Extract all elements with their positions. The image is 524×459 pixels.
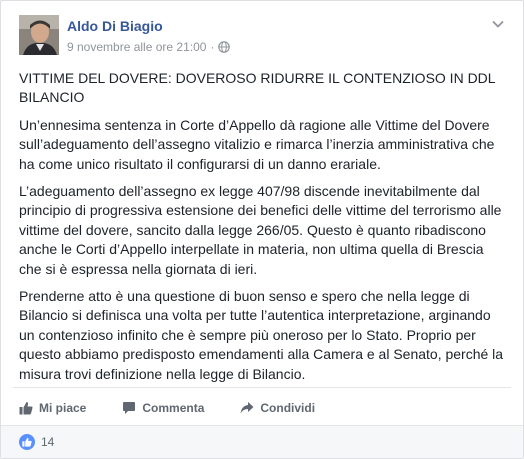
post-meta: 9 novembre alle ore 21:00 · — [67, 40, 231, 54]
comment-icon — [123, 402, 136, 414]
comment-label: Commenta — [142, 401, 205, 415]
share-label: Condividi — [260, 401, 316, 415]
post-headline: VITTIME DEL DOVERE: DOVEROSO RIDURRE IL … — [19, 70, 496, 106]
post-paragraph: Prenderne atto è una questione di buon s… — [19, 288, 504, 382]
post-body: VITTIME DEL DOVERE: DOVEROSO RIDURRE IL … — [19, 69, 507, 392]
avatar[interactable] — [19, 15, 59, 55]
post-header: Aldo Di Biagio 9 novembre alle ore 21:00… — [19, 15, 505, 57]
post-paragraph: L’adeguamento dell’assegno ex legge 407/… — [19, 183, 502, 277]
like-label: Mi piace — [39, 401, 87, 415]
like-reaction-icon — [19, 434, 35, 450]
post-actions: Mi piace Commenta Condividi — [19, 397, 351, 419]
comment-button[interactable]: Commenta — [122, 401, 204, 415]
post-timestamp[interactable]: 9 novembre alle ore 21:00 — [67, 40, 206, 54]
reaction-summary[interactable]: 14 — [19, 434, 54, 450]
author-name[interactable]: Aldo Di Biagio — [67, 18, 163, 34]
share-arrow-icon — [240, 402, 254, 414]
like-button[interactable]: Mi piace — [19, 401, 86, 415]
avatar-photo-icon — [19, 15, 59, 55]
post-paragraph: Un’ennesima sentenza in Corte d’Appello … — [19, 116, 495, 172]
thumbs-up-icon — [19, 402, 33, 415]
globe-icon[interactable] — [218, 41, 231, 53]
reaction-count[interactable]: 14 — [41, 435, 54, 449]
share-button[interactable]: Condividi — [240, 401, 315, 415]
meta-separator: · — [210, 40, 215, 54]
chevron-down-icon[interactable] — [491, 17, 505, 31]
actions-divider — [13, 387, 511, 388]
post-card: Aldo Di Biagio 9 novembre alle ore 21:00… — [0, 0, 524, 459]
post-footer: 14 — [1, 426, 523, 458]
